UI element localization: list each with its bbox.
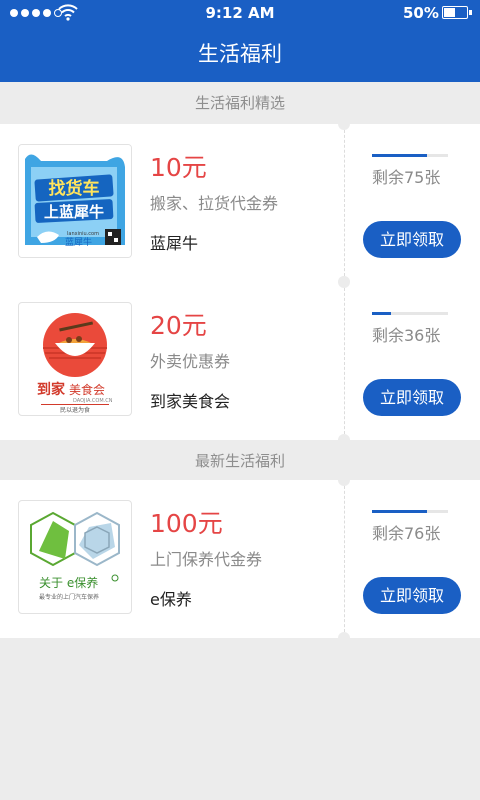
nav-bar: 生活福利 <box>0 26 480 82</box>
battery-tip-icon <box>469 10 472 15</box>
merchant-name: 蓝犀牛 <box>150 234 199 253</box>
remaining-progress-bar <box>372 312 448 315</box>
logo-text: 最专业的上门汽车保养 <box>39 593 99 601</box>
remaining-progress-fill <box>372 154 427 157</box>
daojia-logo: 到家 美食会 DAOJIA.COM.CN 民以退为食 <box>18 302 132 416</box>
card-notch <box>338 474 350 486</box>
remaining-progress-fill <box>372 312 391 315</box>
claim-button[interactable]: 立即领取 <box>363 221 461 258</box>
logo-text: 蓝犀牛 <box>65 236 92 248</box>
remaining-count: 剩余76张 <box>372 524 441 543</box>
remaining-progress-bar <box>372 510 448 513</box>
lanxiniu-logo: 找货车 上蓝犀牛 lanxiniu.com 蓝犀牛 <box>18 144 132 258</box>
logo-text: 民以退为食 <box>60 406 90 414</box>
logo-text: lanxiniu.com <box>67 231 99 237</box>
coupon-amount: 100元 <box>150 509 223 538</box>
battery-level-fill <box>444 8 455 17</box>
coupon-card: 关于 e保养 最专业的上门汽车保养 100元 上门保养代金券 e保养 剩余76张… <box>0 474 480 644</box>
coupon-description: 上门保养代金券 <box>150 550 263 569</box>
card-divider <box>344 486 345 632</box>
coupon-card: 到家 美食会 DAOJIA.COM.CN 民以退为食 20元 外卖优惠券 到家美… <box>0 276 480 446</box>
remaining-count: 剩余75张 <box>372 168 441 187</box>
battery-percentage: 50% <box>403 4 439 22</box>
logo-text: 美食会 <box>69 382 105 397</box>
coupon-amount: 20元 <box>150 311 207 340</box>
claim-button[interactable]: 立即领取 <box>363 577 461 614</box>
logo-text: DAOJIA.COM.CN <box>73 398 113 404</box>
merchant-name: 到家美食会 <box>150 392 231 411</box>
remaining-count: 剩余36张 <box>372 326 441 345</box>
coupon-description: 外卖优惠券 <box>150 352 231 371</box>
card-divider <box>344 130 345 276</box>
card-notch <box>338 632 350 644</box>
claim-button[interactable]: 立即领取 <box>363 379 461 416</box>
logo-text: 关于 e保养 <box>39 575 98 590</box>
card-notch <box>338 276 350 288</box>
remaining-progress-bar <box>372 154 448 157</box>
status-bar: 9:12 AM 50% <box>0 0 480 26</box>
logo-text: 到家 <box>37 381 66 398</box>
section-header-featured: 生活福利精选 <box>194 94 285 112</box>
section-header-latest: 最新生活福利 <box>194 452 285 470</box>
remaining-progress-fill <box>372 510 427 513</box>
merchant-name: e保养 <box>150 590 192 609</box>
logo-text: 找货车 <box>49 178 100 199</box>
coupon-card: 找货车 上蓝犀牛 lanxiniu.com 蓝犀牛 10元 搬家、拉货代金券 蓝… <box>0 118 480 288</box>
ebaoyang-logo: 关于 e保养 最专业的上门汽车保养 <box>18 500 132 614</box>
battery-icon <box>442 6 468 19</box>
page-title: 生活福利 <box>198 42 282 66</box>
coupon-description: 搬家、拉货代金券 <box>150 194 279 213</box>
card-notch <box>338 118 350 130</box>
coupon-amount: 10元 <box>150 153 207 182</box>
logo-text: 上蓝犀牛 <box>44 203 104 221</box>
card-divider <box>344 288 345 434</box>
